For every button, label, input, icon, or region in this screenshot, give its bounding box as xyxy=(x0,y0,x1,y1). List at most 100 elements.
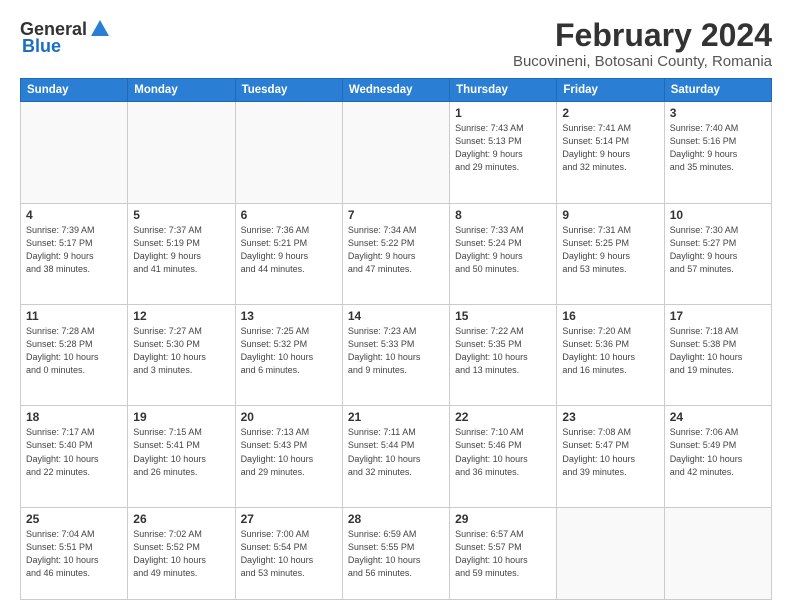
calendar-day-19: 19Sunrise: 7:15 AM Sunset: 5:41 PM Dayli… xyxy=(128,406,235,507)
day-number-25: 25 xyxy=(26,512,122,526)
day-number-27: 27 xyxy=(241,512,337,526)
calendar: SundayMondayTuesdayWednesdayThursdayFrid… xyxy=(20,78,772,600)
calendar-day-9: 9 Sunrise: 7:31 AM Sunset: 5:25 PM Daylig… xyxy=(557,203,664,304)
day-info-8: Sunrise: 7:33 AM Sunset: 5:24 PM Dayligh… xyxy=(455,224,551,276)
day-number-12: 12 xyxy=(133,309,229,323)
calendar-day-empty xyxy=(235,102,342,203)
calendar-day-24: 24 Sunrise: 7:06 AM Sunset: 5:49 PM Dayli… xyxy=(664,406,771,507)
day-number-29: 29 xyxy=(455,512,551,526)
calendar-day-7: 7 Sunrise: 7:34 AM Sunset: 5:22 PM Daylig… xyxy=(342,203,449,304)
day-info-15: Sunrise: 7:22 AM Sunset: 5:35 PM Dayligh… xyxy=(455,325,551,377)
day-number-16: 16 xyxy=(562,309,658,323)
calendar-day-16: 16 Sunrise: 7:20 AM Sunset: 5:36 PM Dayli… xyxy=(557,305,664,406)
page: General Blue February 2024 Bucovineni, B… xyxy=(0,0,792,612)
calendar-day-12: 12 Sunrise: 7:27 AM Sunset: 5:30 PM Dayli… xyxy=(128,305,235,406)
day-info-17: Sunrise: 7:18 AM Sunset: 5:38 PM Dayligh… xyxy=(670,325,766,377)
calendar-day-empty xyxy=(557,507,664,599)
day-info-2: Sunrise: 7:41 AM Sunset: 5:14 PM Dayligh… xyxy=(562,122,658,174)
day-info-14: Sunrise: 7:23 AM Sunset: 5:33 PM Dayligh… xyxy=(348,325,444,377)
title-section: February 2024 Bucovineni, Botosani Count… xyxy=(513,18,772,70)
day-info-29: Sunrise: 6:57 AM Sunset: 5:57 PM Dayligh… xyxy=(455,528,551,580)
calendar-day-5: 5 Sunrise: 7:37 AM Sunset: 5:19 PM Daylig… xyxy=(128,203,235,304)
day-number-8: 8 xyxy=(455,208,551,222)
calendar-day-empty xyxy=(128,102,235,203)
header: General Blue February 2024 Bucovineni, B… xyxy=(20,18,772,70)
day-number-19: 19 xyxy=(133,410,229,424)
day-number-26: 26 xyxy=(133,512,229,526)
calendar-day-3: 3 Sunrise: 7:40 AM Sunset: 5:16 PM Daylig… xyxy=(664,102,771,203)
day-info-7: Sunrise: 7:34 AM Sunset: 5:22 PM Dayligh… xyxy=(348,224,444,276)
col-header-thursday: Thursday xyxy=(450,79,557,102)
calendar-day-21: 21 Sunrise: 7:11 AM Sunset: 5:44 PM Dayli… xyxy=(342,406,449,507)
day-number-28: 28 xyxy=(348,512,444,526)
calendar-day-10: 10 Sunrise: 7:30 AM Sunset: 5:27 PM Dayli… xyxy=(664,203,771,304)
day-info-6: Sunrise: 7:36 AM Sunset: 5:21 PM Dayligh… xyxy=(241,224,337,276)
calendar-week-3: 18 Sunrise: 7:17 AM Sunset: 5:40 PM Dayli… xyxy=(21,406,772,507)
day-number-24: 24 xyxy=(670,410,766,424)
location-title: Bucovineni, Botosani County, Romania xyxy=(513,53,772,70)
day-info-12: Sunrise: 7:27 AM Sunset: 5:30 PM Dayligh… xyxy=(133,325,229,377)
day-number-17: 17 xyxy=(670,309,766,323)
calendar-day-17: 17 Sunrise: 7:18 AM Sunset: 5:38 PM Dayli… xyxy=(664,305,771,406)
day-info-5: Sunrise: 7:37 AM Sunset: 5:19 PM Dayligh… xyxy=(133,224,229,276)
day-number-18: 18 xyxy=(26,410,122,424)
calendar-day-empty xyxy=(21,102,128,203)
calendar-day-15: 15 Sunrise: 7:22 AM Sunset: 5:35 PM Dayli… xyxy=(450,305,557,406)
calendar-day-2: 2 Sunrise: 7:41 AM Sunset: 5:14 PM Daylig… xyxy=(557,102,664,203)
calendar-day-23: 23Sunrise: 7:08 AM Sunset: 5:47 PM Dayli… xyxy=(557,406,664,507)
day-number-9: 9 xyxy=(562,208,658,222)
day-info-16: Sunrise: 7:20 AM Sunset: 5:36 PM Dayligh… xyxy=(562,325,658,377)
calendar-week-2: 11 Sunrise: 7:28 AM Sunset: 5:28 PM Dayli… xyxy=(21,305,772,406)
calendar-day-13: 13Sunrise: 7:25 AM Sunset: 5:32 PM Dayli… xyxy=(235,305,342,406)
calendar-day-20: 20 Sunrise: 7:13 AM Sunset: 5:43 PM Dayli… xyxy=(235,406,342,507)
day-number-14: 14 xyxy=(348,309,444,323)
day-number-7: 7 xyxy=(348,208,444,222)
month-title: February 2024 xyxy=(513,18,772,53)
calendar-header-row: SundayMondayTuesdayWednesdayThursdayFrid… xyxy=(21,79,772,102)
day-number-1: 1 xyxy=(455,106,551,120)
calendar-week-4: 25 Sunrise: 7:04 AM Sunset: 5:51 PM Dayli… xyxy=(21,507,772,599)
day-info-4: Sunrise: 7:39 AM Sunset: 5:17 PM Dayligh… xyxy=(26,224,122,276)
day-number-13: 13 xyxy=(241,309,337,323)
day-number-11: 11 xyxy=(26,309,122,323)
day-number-2: 2 xyxy=(562,106,658,120)
day-info-20: Sunrise: 7:13 AM Sunset: 5:43 PM Dayligh… xyxy=(241,426,337,478)
col-header-wednesday: Wednesday xyxy=(342,79,449,102)
day-info-3: Sunrise: 7:40 AM Sunset: 5:16 PM Dayligh… xyxy=(670,122,766,174)
calendar-day-4: 4 Sunrise: 7:39 AM Sunset: 5:17 PM Daylig… xyxy=(21,203,128,304)
day-info-27: Sunrise: 7:00 AM Sunset: 5:54 PM Dayligh… xyxy=(241,528,337,580)
day-info-24: Sunrise: 7:06 AM Sunset: 5:49 PM Dayligh… xyxy=(670,426,766,478)
col-header-sunday: Sunday xyxy=(21,79,128,102)
day-number-23: 23 xyxy=(562,410,658,424)
calendar-day-26: 26 Sunrise: 7:02 AM Sunset: 5:52 PM Dayli… xyxy=(128,507,235,599)
logo: General Blue xyxy=(20,18,111,57)
day-info-28: Sunrise: 6:59 AM Sunset: 5:55 PM Dayligh… xyxy=(348,528,444,580)
day-number-20: 20 xyxy=(241,410,337,424)
day-info-25: Sunrise: 7:04 AM Sunset: 5:51 PM Dayligh… xyxy=(26,528,122,580)
calendar-day-1: 1Sunrise: 7:43 AM Sunset: 5:13 PM Daylig… xyxy=(450,102,557,203)
col-header-monday: Monday xyxy=(128,79,235,102)
day-number-22: 22 xyxy=(455,410,551,424)
day-info-18: Sunrise: 7:17 AM Sunset: 5:40 PM Dayligh… xyxy=(26,426,122,478)
day-number-5: 5 xyxy=(133,208,229,222)
calendar-day-25: 25 Sunrise: 7:04 AM Sunset: 5:51 PM Dayli… xyxy=(21,507,128,599)
calendar-day-6: 6Sunrise: 7:36 AM Sunset: 5:21 PM Daylig… xyxy=(235,203,342,304)
day-info-21: Sunrise: 7:11 AM Sunset: 5:44 PM Dayligh… xyxy=(348,426,444,478)
day-number-21: 21 xyxy=(348,410,444,424)
day-number-4: 4 xyxy=(26,208,122,222)
col-header-friday: Friday xyxy=(557,79,664,102)
day-info-10: Sunrise: 7:30 AM Sunset: 5:27 PM Dayligh… xyxy=(670,224,766,276)
day-number-3: 3 xyxy=(670,106,766,120)
day-info-9: Sunrise: 7:31 AM Sunset: 5:25 PM Dayligh… xyxy=(562,224,658,276)
day-info-11: Sunrise: 7:28 AM Sunset: 5:28 PM Dayligh… xyxy=(26,325,122,377)
day-info-26: Sunrise: 7:02 AM Sunset: 5:52 PM Dayligh… xyxy=(133,528,229,580)
calendar-day-8: 8 Sunrise: 7:33 AM Sunset: 5:24 PM Daylig… xyxy=(450,203,557,304)
calendar-day-29: 29 Sunrise: 6:57 AM Sunset: 5:57 PM Dayli… xyxy=(450,507,557,599)
col-header-saturday: Saturday xyxy=(664,79,771,102)
day-number-15: 15 xyxy=(455,309,551,323)
calendar-week-1: 4 Sunrise: 7:39 AM Sunset: 5:17 PM Daylig… xyxy=(21,203,772,304)
calendar-day-18: 18 Sunrise: 7:17 AM Sunset: 5:40 PM Dayli… xyxy=(21,406,128,507)
calendar-day-28: 28 Sunrise: 6:59 AM Sunset: 5:55 PM Dayli… xyxy=(342,507,449,599)
day-number-10: 10 xyxy=(670,208,766,222)
col-header-tuesday: Tuesday xyxy=(235,79,342,102)
